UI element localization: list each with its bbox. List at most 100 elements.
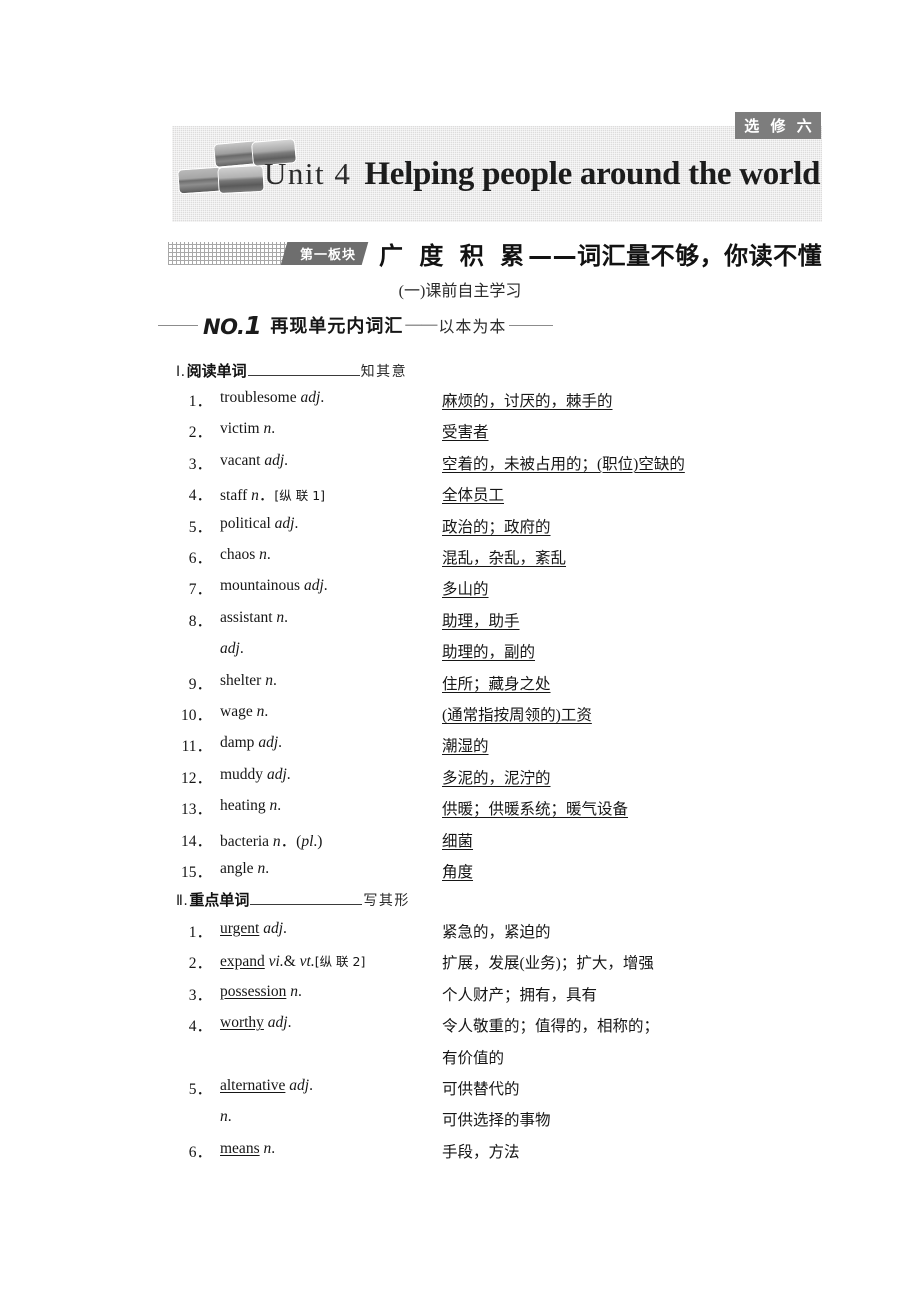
vocab-row: 11． damp adj. 潮湿的 bbox=[176, 734, 876, 760]
vocab-row: 14． bacteria n．(pl.) 细菌 bbox=[176, 829, 876, 855]
vocab-row: 1． troublesome adj. 麻烦的，讨厌的，棘手的 bbox=[176, 389, 876, 415]
section1-roman: Ⅰ. bbox=[176, 364, 186, 380]
vocab-index: 8． bbox=[188, 612, 212, 630]
vocab-meaning: 多泥的，泥泞的 bbox=[442, 769, 551, 787]
section-heading-key-words: Ⅱ. 重点单词 写其形 bbox=[176, 889, 410, 911]
vocab-term: political adj. bbox=[220, 514, 299, 532]
vocab-meaning: 角度 bbox=[442, 864, 474, 881]
vocab-term: assistant n. bbox=[220, 608, 289, 626]
vocab-row: 1． urgent adj. 紧急的，紧迫的 bbox=[176, 920, 876, 946]
vocab-term: victim n. bbox=[220, 420, 276, 438]
book-level-badge: 选 修 六 bbox=[735, 112, 821, 139]
vocab-row: 4． worthy adj. 令人敬重的；值得的，相称的； bbox=[176, 1014, 876, 1040]
vocab-row: 7． mountainous adj. 多山的 bbox=[176, 577, 876, 603]
mountain-photo-icon-1 bbox=[177, 166, 223, 195]
vocab-row: 9． shelter n. 住所；藏身之处 bbox=[176, 672, 876, 698]
vocab-term: possession n. bbox=[220, 982, 302, 1000]
vocab-term: bacteria n．(pl.) bbox=[220, 832, 323, 850]
section1-title: 阅读单词 bbox=[186, 362, 247, 380]
no-prefix: NO. bbox=[203, 314, 245, 339]
no-number: 1 bbox=[244, 310, 262, 340]
vocab-meaning: 麻烦的，讨厌的，棘手的 bbox=[442, 393, 613, 410]
no1-tail: 以本为本 bbox=[438, 319, 507, 336]
vocab-row: adj. 助理的，副的 bbox=[176, 640, 876, 666]
vocab-meaning: 受害者 bbox=[442, 424, 489, 442]
no1-title: 再现单元内词汇 bbox=[270, 316, 404, 337]
vocab-row: 6． chaos n. 混乱，杂乱，紊乱 bbox=[176, 546, 876, 572]
heading-rule-left bbox=[158, 324, 198, 326]
vocab-index: 10． bbox=[180, 707, 212, 724]
vocab-row: 13． heating n. 供暖；供暖系统；暖气设备 bbox=[176, 797, 876, 823]
vocab-meaning: 供暖；供暖系统；暖气设备 bbox=[442, 801, 629, 819]
vocab-index: 4． bbox=[188, 1018, 212, 1036]
vocab-row: 有价值的 bbox=[176, 1046, 876, 1072]
vocab-row: 2． victim n. 受害者 bbox=[176, 420, 876, 446]
vocab-meaning: 政治的；政府的 bbox=[442, 518, 551, 536]
vocab-meaning: 有价值的 bbox=[442, 1049, 505, 1067]
block-tag-label: 第一板块 bbox=[300, 247, 357, 263]
vocab-term: worthy adj. bbox=[220, 1014, 292, 1032]
block-title-main: 广 度 积 累 bbox=[379, 241, 529, 270]
vocab-index: 6． bbox=[188, 1143, 212, 1161]
vocab-term: shelter n. bbox=[220, 671, 277, 689]
vocab-row: 12． muddy adj. 多泥的，泥泞的 bbox=[176, 766, 876, 792]
banner-dot-pattern bbox=[168, 241, 286, 265]
vocab-index: 2． bbox=[188, 955, 212, 973]
section2-rule bbox=[250, 904, 363, 905]
vocab-meaning: 手段，方法 bbox=[442, 1143, 520, 1161]
block-title: 广 度 积 累——词汇量不够，你读不懂 bbox=[379, 236, 822, 271]
vocab-meaning: 潮湿的 bbox=[442, 738, 489, 756]
no1-heading: NO.1 再现单元内词汇 —— 以本为本 bbox=[158, 310, 554, 340]
vocab-meaning: 助理，助手 bbox=[442, 612, 520, 630]
vocab-term: damp adj. bbox=[220, 734, 282, 752]
unit-label: Unit 4 bbox=[264, 156, 352, 191]
vocab-row: 8． assistant n. 助理，助手 bbox=[176, 609, 876, 635]
vocab-row: 3． possession n. 个人财产；拥有，具有 bbox=[176, 983, 876, 1009]
vocab-term: staff n．[纵 联 1] bbox=[220, 487, 326, 505]
vocab-row: 5． alternative adj. 可供替代的 bbox=[176, 1077, 876, 1103]
section2-tail: 写其形 bbox=[363, 894, 410, 909]
vocab-index: 5． bbox=[188, 1081, 212, 1098]
vocab-index: 5． bbox=[188, 518, 212, 536]
block-tag: 第一板块 bbox=[280, 241, 369, 265]
vocab-row: 15． angle n. 角度 bbox=[176, 860, 876, 886]
vocab-index: 12． bbox=[180, 769, 212, 787]
vocab-term: expand vi.& vt.[纵 联 2] bbox=[220, 953, 366, 971]
vocab-term: vacant adj. bbox=[220, 451, 289, 469]
vocab-index: 6． bbox=[188, 550, 212, 567]
vocab-row: n. 可供选择的事物 bbox=[176, 1108, 876, 1134]
vocab-term: mountainous adj. bbox=[220, 577, 328, 595]
document-page: Unit 4 Helping people around the world 选… bbox=[0, 0, 920, 1302]
vocab-meaning: (通常指按周领的)工资 bbox=[442, 707, 592, 724]
lesson-subtitle: (一)课前自主学习 bbox=[398, 283, 522, 300]
vocab-term: angle n. bbox=[220, 860, 270, 877]
block-banner: 第一板块 广 度 积 累——词汇量不够，你读不懂 bbox=[168, 236, 822, 270]
vocab-term: chaos n. bbox=[220, 546, 271, 563]
vocab-index: 4． bbox=[188, 487, 212, 505]
section-heading-reading-words: Ⅰ. 阅读单词 知其意 bbox=[176, 360, 407, 382]
vocab-meaning: 全体员工 bbox=[442, 487, 505, 505]
vocab-row: 3． vacant adj. 空着的，未被占用的；(职位)空缺的 bbox=[176, 452, 876, 478]
vocab-meaning: 个人财产；拥有，具有 bbox=[442, 986, 598, 1004]
unit-header-band: Unit 4 Helping people around the world bbox=[172, 126, 822, 222]
vocab-meaning: 扩展，发展(业务)；扩大，增强 bbox=[442, 955, 654, 973]
vocab-meaning: 住所；藏身之处 bbox=[442, 675, 551, 693]
vocab-term: heating n. bbox=[220, 797, 282, 815]
vocab-term: muddy adj. bbox=[220, 765, 291, 783]
vocab-index: 9． bbox=[188, 675, 212, 693]
vocab-term: means n. bbox=[220, 1139, 276, 1157]
vocab-row: 5． political adj. 政治的；政府的 bbox=[176, 515, 876, 541]
section2-title: 重点单词 bbox=[189, 891, 250, 909]
vocab-meaning: 可供替代的 bbox=[442, 1081, 520, 1098]
vocab-row: 10． wage n. (通常指按周领的)工资 bbox=[176, 703, 876, 729]
mountain-photo-icon-2 bbox=[217, 164, 265, 195]
heading-rule-right bbox=[509, 324, 554, 326]
vocab-index: 11． bbox=[181, 738, 212, 756]
no1-number: NO.1 bbox=[203, 310, 262, 340]
vocab-meaning: 助理的，副的 bbox=[442, 644, 536, 662]
vocab-term: alternative adj. bbox=[220, 1077, 313, 1094]
vocab-meaning: 多山的 bbox=[442, 581, 489, 599]
section1-tail: 知其意 bbox=[360, 365, 408, 380]
vocab-index: 15． bbox=[180, 864, 212, 881]
unit-title: Helping people around the world bbox=[364, 155, 821, 192]
